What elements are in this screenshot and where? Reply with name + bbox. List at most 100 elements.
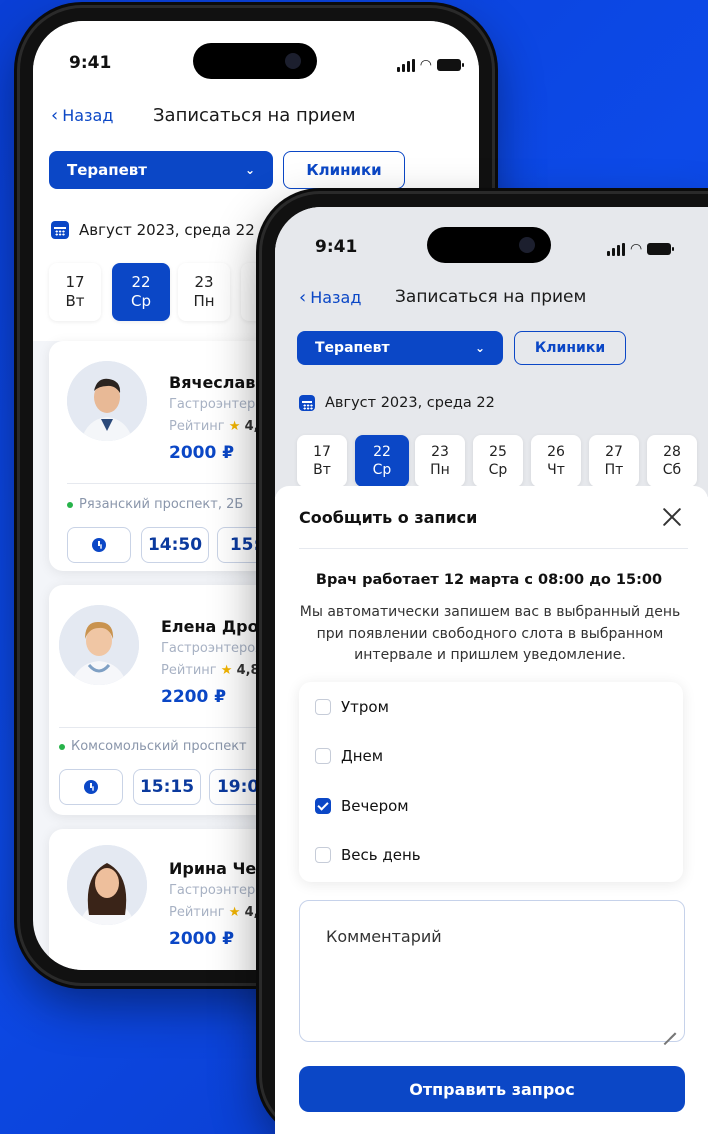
rating-label: Рейтинг — [161, 663, 217, 678]
doctor-rating: Рейтинг ★ 4,8 — [169, 905, 268, 920]
day-weekday: Пн — [430, 462, 450, 478]
description-text: Мы автоматически запишем вас в выбранный… — [299, 604, 681, 664]
option-morning[interactable]: Утром — [315, 698, 389, 716]
doctor-price: 2200 ₽ — [161, 687, 227, 707]
close-icon[interactable] — [661, 506, 683, 528]
clock-slot-button[interactable] — [67, 527, 131, 563]
time-slot[interactable]: 14:50 — [141, 527, 209, 563]
address-text: Комсомольский проспект — [71, 739, 247, 754]
specialty-dropdown[interactable]: Терапевт ⌄ — [49, 151, 273, 189]
day-26[interactable]: 26 Чт — [531, 435, 581, 487]
day-weekday: Ср — [372, 462, 392, 478]
option-label: Днем — [341, 747, 384, 765]
star-icon: ★ — [220, 663, 233, 678]
signal-icon — [607, 242, 625, 256]
rating-label: Рейтинг — [169, 419, 225, 434]
address-text: Рязанский проспект, 2Б — [79, 497, 244, 512]
clinics-button[interactable]: Клиники — [514, 331, 626, 365]
star-icon: ★ — [228, 905, 241, 920]
battery-icon — [647, 243, 675, 255]
battery-icon — [437, 59, 464, 71]
day-weekday: Пн — [193, 292, 215, 310]
day-weekday: Вт — [313, 462, 331, 478]
day-25[interactable]: 25 Ср — [473, 435, 523, 487]
date-header: Август 2023, среда 22 — [299, 395, 495, 411]
day-num: 22 — [131, 272, 151, 291]
clinics-button[interactable]: Клиники — [283, 151, 405, 189]
day-num: 25 — [489, 443, 507, 460]
clinic-address: Рязанский проспект, 2Б — [67, 497, 243, 512]
sheet-title: Сообщить о записи — [299, 508, 478, 527]
checkbox[interactable] — [315, 699, 331, 715]
submit-request-button[interactable]: Отправить запрос — [299, 1066, 685, 1112]
option-label: Вечером — [341, 797, 409, 815]
specialty-label: Терапевт — [315, 340, 390, 356]
star-icon: ★ — [228, 419, 241, 434]
chevron-left-icon: ‹ — [299, 287, 307, 308]
interval-options: Утром Днем Вечером Весь день — [299, 682, 683, 882]
option-day[interactable]: Днем — [315, 747, 383, 765]
back-label: Назад — [310, 288, 362, 307]
day-22[interactable]: 22 Ср — [355, 435, 409, 487]
day-23[interactable]: 23 Пн — [178, 263, 230, 321]
status-icons: ◠ — [396, 57, 464, 73]
doctor-avatar — [67, 845, 147, 925]
doctor-avatar — [59, 605, 139, 685]
day-num: 17 — [313, 443, 331, 460]
rating-label: Рейтинг — [169, 905, 225, 920]
doctor-rating: Рейтинг ★ 4,8 — [161, 663, 260, 678]
day-num: 23 — [194, 272, 214, 291]
work-hours-text: Врач работает 12 марта с 08:00 до 15:00 — [315, 572, 663, 588]
day-num: 26 — [547, 443, 565, 460]
day-num: 27 — [605, 443, 623, 460]
front-phone: 9:41 ◠ ‹ Назад Записаться на прием Терап… — [262, 194, 708, 1134]
day-17[interactable]: 17 Вт — [297, 435, 347, 487]
comment-textarea[interactable]: Комментарий — [299, 900, 685, 1042]
divider — [299, 548, 688, 549]
day-23[interactable]: 23 Пн — [415, 435, 465, 487]
day-num: 17 — [65, 272, 85, 291]
clock-slot-button[interactable] — [59, 769, 123, 805]
day-num: 22 — [373, 443, 391, 460]
day-22[interactable]: 22 Ср — [112, 263, 170, 321]
resize-handle-icon[interactable] — [662, 1019, 676, 1033]
specialty-dropdown[interactable]: Терапевт ⌄ — [297, 331, 503, 365]
status-icons: ◠ — [607, 241, 675, 257]
comment-placeholder: Комментарий — [326, 927, 442, 946]
dynamic-island — [427, 227, 551, 263]
doctor-avatar — [67, 361, 147, 441]
clinic-address: Комсомольский проспект — [59, 739, 247, 754]
doctor-price: 2000 ₽ — [169, 929, 235, 949]
clock-icon — [84, 780, 98, 794]
option-label: Утром — [341, 698, 389, 716]
date-header-text: Август 2023, среда 22 — [79, 221, 255, 239]
day-28[interactable]: 28 Сб — [647, 435, 697, 487]
checkbox[interactable] — [315, 847, 331, 863]
back-button[interactable]: ‹ Назад — [51, 105, 113, 126]
status-time: 9:41 — [315, 237, 358, 257]
day-weekday: Вт — [65, 292, 85, 310]
option-label: Весь день — [341, 846, 421, 864]
day-num: 28 — [663, 443, 681, 460]
status-dot-icon — [67, 501, 73, 508]
specialty-label: Терапевт — [67, 161, 147, 179]
calendar-icon — [51, 221, 69, 239]
back-label: Назад — [62, 106, 114, 125]
day-weekday: Пт — [604, 462, 624, 478]
page-title: Записаться на прием — [395, 287, 587, 307]
date-header-text: Август 2023, среда 22 — [325, 395, 495, 411]
back-button[interactable]: ‹ Назад — [299, 287, 361, 308]
doctor-specialty: Гастроэнтеро — [169, 397, 264, 412]
time-slot[interactable]: 15:15 — [133, 769, 201, 805]
option-evening[interactable]: Вечером — [315, 797, 409, 815]
status-time: 9:41 — [69, 53, 112, 73]
calendar-icon — [299, 395, 315, 411]
signal-icon — [396, 58, 415, 72]
option-all-day[interactable]: Весь день — [315, 846, 421, 864]
date-header: Август 2023, среда 22 — [51, 221, 255, 239]
checkbox-checked[interactable] — [315, 798, 331, 814]
checkbox[interactable] — [315, 748, 331, 764]
doctor-specialty: Гастроэнтероло — [161, 641, 272, 656]
day-17[interactable]: 17 Вт — [49, 263, 101, 321]
day-27[interactable]: 27 Пт — [589, 435, 639, 487]
